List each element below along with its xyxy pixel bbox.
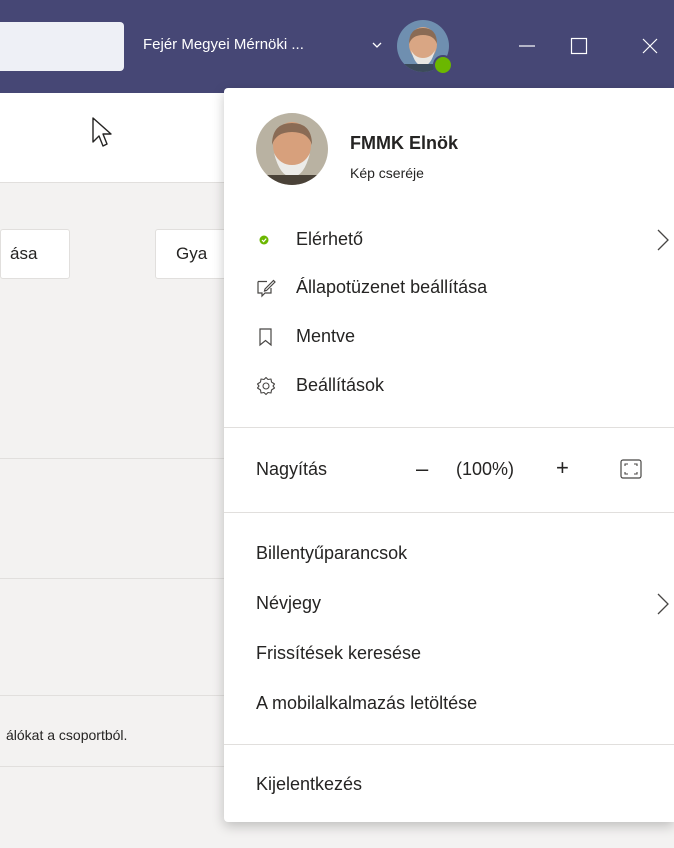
sign-out-item[interactable]: Kijelentkezés <box>256 771 656 801</box>
download-mobile-app-item[interactable]: A mobilalkalmazás letöltése <box>256 690 656 720</box>
presence-available-badge <box>433 55 453 75</box>
about-item[interactable]: Névjegy <box>256 590 669 620</box>
background-button[interactable]: Gya <box>155 229 235 279</box>
set-status-message-item[interactable]: Állapotüzenet beállítása <box>256 274 656 304</box>
organization-switcher[interactable]: Fejér Megyei Mérnöki ... <box>143 36 304 53</box>
edit-message-icon <box>257 279 276 298</box>
divider <box>0 578 224 579</box>
profile-menu: FMMK Elnök Kép cseréje Elérhető Állapotü… <box>224 88 674 822</box>
status-item[interactable]: Elérhető <box>256 226 669 256</box>
background-button[interactable]: ása <box>0 229 70 279</box>
fullscreen-icon[interactable] <box>620 459 642 479</box>
chevron-right-icon <box>657 593 669 615</box>
menu-divider <box>224 427 674 428</box>
chevron-right-icon <box>657 229 669 251</box>
search-input[interactable] <box>0 22 124 71</box>
maximize-icon[interactable] <box>563 30 595 62</box>
saved-item[interactable]: Mentve <box>256 323 656 353</box>
profile-avatar[interactable] <box>256 113 328 185</box>
zoom-label: Nagyítás <box>256 459 328 479</box>
mouse-cursor-icon <box>92 117 112 147</box>
keyboard-shortcuts-item[interactable]: Billentyűparancsok <box>256 540 656 570</box>
menu-divider <box>224 512 674 513</box>
zoom-level: (100%) <box>456 459 515 479</box>
chevron-down-icon[interactable] <box>370 38 384 52</box>
profile-name: FMMK Elnök <box>350 133 458 153</box>
menu-divider <box>224 744 674 745</box>
title-bar: Fejér Megyei Mérnöki ... <box>0 0 674 93</box>
settings-item[interactable]: Beállítások <box>256 372 656 402</box>
check-updates-item[interactable]: Frissítések keresése <box>256 640 656 670</box>
zoom-in-button[interactable]: + <box>556 455 569 481</box>
divider <box>0 695 224 696</box>
divider <box>0 458 224 459</box>
bookmark-icon <box>259 328 272 347</box>
zoom-out-button[interactable]: – <box>416 456 428 482</box>
divider <box>0 182 224 183</box>
close-icon[interactable] <box>634 30 666 62</box>
change-picture-link[interactable]: Kép cseréje <box>350 165 424 181</box>
hint-text: álókat a csoportból. <box>6 727 128 743</box>
presence-available-icon <box>259 235 269 245</box>
divider <box>0 766 224 767</box>
gear-icon <box>256 376 276 396</box>
minimize-icon[interactable] <box>511 30 543 62</box>
